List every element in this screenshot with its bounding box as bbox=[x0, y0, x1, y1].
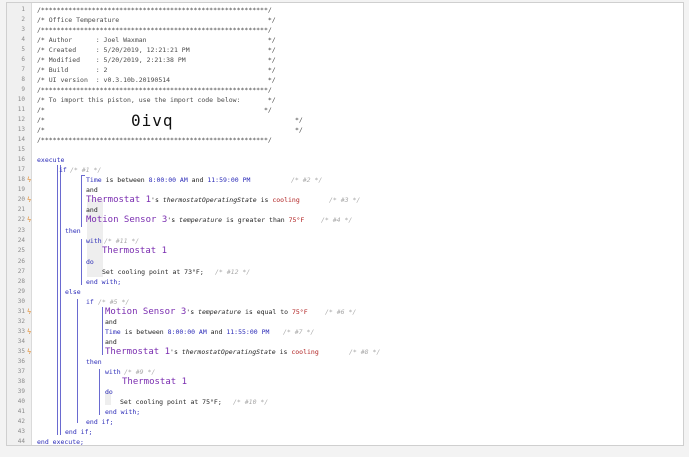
lightning-icon: ϟ bbox=[27, 176, 32, 184]
lightning-icon: ϟ bbox=[27, 328, 32, 336]
end-with-keyword[interactable]: end with; bbox=[86, 277, 121, 287]
code-close: */ bbox=[295, 116, 303, 124]
do-keyword[interactable]: do bbox=[86, 257, 94, 267]
comment-4: /* #4 */ bbox=[321, 216, 353, 224]
header-blank-close: */ bbox=[295, 126, 303, 134]
end-execute-keyword[interactable]: end execute; bbox=[37, 437, 84, 445]
task-2[interactable]: Set cooling point at 75°F; bbox=[120, 397, 222, 407]
import-text-line: /* To import this piston, use the import… bbox=[37, 96, 276, 104]
header-border: /***************************************… bbox=[37, 86, 272, 94]
header-border-top: /***************************************… bbox=[37, 6, 272, 14]
lightning-icon: ϟ bbox=[27, 216, 32, 224]
inner-end-if-keyword[interactable]: end if; bbox=[86, 417, 113, 427]
execute-keyword[interactable]: execute bbox=[37, 155, 64, 165]
code-open: /* bbox=[37, 116, 45, 124]
lightning-icon: ϟ bbox=[27, 308, 32, 316]
inner-then-keyword[interactable]: then bbox=[86, 357, 102, 367]
author-line: /* Author : Joel Waxman */ bbox=[37, 36, 276, 44]
condition-motion-2[interactable]: Motion Sensor 3's temperature is equal t… bbox=[105, 307, 308, 317]
build-line: /* Build : 2 */ bbox=[37, 66, 276, 74]
inner-do-keyword[interactable]: do bbox=[105, 387, 113, 397]
comment-10: /* #10 */ bbox=[233, 398, 269, 406]
and-operator[interactable]: and bbox=[86, 185, 98, 195]
if-keyword[interactable]: if bbox=[59, 165, 67, 175]
with-keyword[interactable]: with bbox=[86, 236, 102, 246]
comment-12: /* #12 */ bbox=[215, 268, 251, 276]
and-operator[interactable]: and bbox=[105, 337, 117, 347]
lightning-icon: ϟ bbox=[27, 196, 32, 204]
ui-version-line: /* UI version : v0.3.10b.20190514 */ bbox=[37, 76, 276, 84]
comment-11: /* #11 */ bbox=[104, 237, 140, 245]
modified-line: /* Modified : 5/20/2019, 2:21:38 PM */ bbox=[37, 56, 276, 64]
piston-code-panel: 1 2 3 4 5 6 7 8 9 10 11 12 13 14 15 16 17 18 19 20 21 22 23 24 2… bbox=[6, 2, 684, 446]
task-1[interactable]: Set cooling point at 73°F; bbox=[102, 267, 204, 277]
then-keyword[interactable]: then bbox=[65, 226, 81, 236]
comment-5: /* #5 */ bbox=[98, 298, 130, 306]
condition-motion-1[interactable]: Motion Sensor 3's temperature is greater… bbox=[86, 215, 304, 225]
condition-thermostat-1[interactable]: Thermostat 1's thermostatOperatingState … bbox=[86, 195, 300, 205]
and-operator[interactable]: and bbox=[105, 317, 117, 327]
condition-thermostat-2[interactable]: Thermostat 1's thermostatOperatingState … bbox=[105, 347, 319, 357]
else-keyword[interactable]: else bbox=[65, 287, 81, 297]
condition-time-2[interactable]: Time is between 8:00:00 AM and 11:55:00 … bbox=[105, 327, 269, 337]
condition-time-1[interactable]: Time is between 8:00:00 AM and 11:59:00 … bbox=[86, 175, 250, 185]
piston-title: /* Office Temperature */ bbox=[37, 16, 276, 24]
line-number: 15 bbox=[17, 146, 25, 153]
inner-if-keyword[interactable]: if bbox=[86, 297, 94, 307]
comment-8: /* #8 */ bbox=[349, 348, 381, 356]
header-blank: /* bbox=[37, 126, 45, 134]
with-device-2[interactable]: Thermostat 1 bbox=[122, 377, 187, 387]
comment-1: /* #1 */ bbox=[70, 166, 102, 174]
comment-3: /* #3 */ bbox=[329, 196, 361, 204]
comment-7: /* #7 */ bbox=[283, 328, 315, 336]
comment-6: /* #6 */ bbox=[325, 308, 357, 316]
lightning-icon: ϟ bbox=[27, 348, 32, 356]
comment-9: /* #9 */ bbox=[124, 368, 156, 376]
header-border: /***************************************… bbox=[37, 26, 272, 34]
with-device-1[interactable]: Thermostat 1 bbox=[102, 246, 167, 256]
end-if-keyword[interactable]: end if; bbox=[65, 427, 92, 437]
created-line: /* Created : 5/20/2019, 12:21:21 PM */ bbox=[37, 46, 276, 54]
comment-2: /* #2 */ bbox=[291, 176, 323, 184]
inner-end-with-keyword[interactable]: end with; bbox=[105, 407, 140, 417]
header-border-bottom: /***************************************… bbox=[37, 136, 272, 144]
inner-with-keyword[interactable]: with bbox=[105, 367, 121, 377]
and-operator[interactable]: and bbox=[86, 205, 98, 215]
